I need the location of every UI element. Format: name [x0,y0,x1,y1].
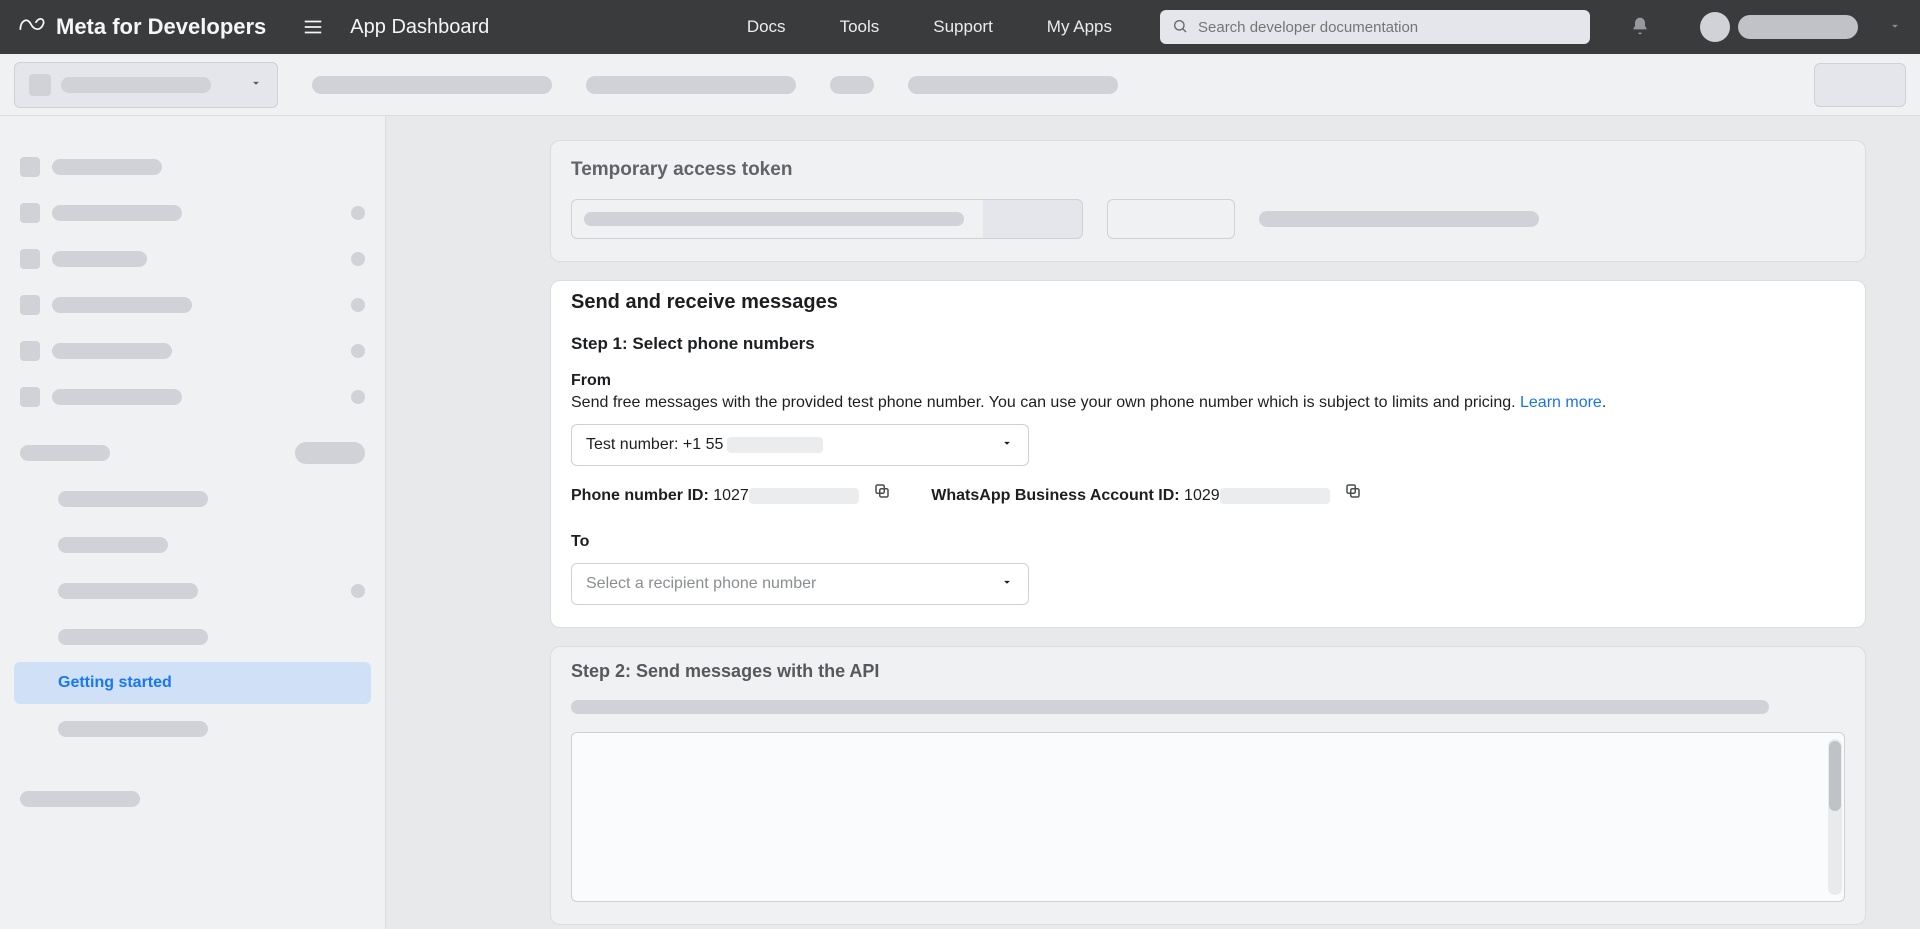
chevron-down-icon [249,76,263,93]
messages-panel-title: Send and receive messages [571,281,1845,320]
brand[interactable]: Meta for Developers [18,10,266,44]
copy-waba-id-button[interactable] [1344,482,1362,500]
search-input[interactable] [1198,19,1578,36]
step1-title: Step 1: Select phone numbers [571,320,1845,362]
nav-item-getting-started[interactable]: Getting started [14,662,371,704]
left-nav: Getting started [0,116,386,929]
nav-item[interactable] [10,374,375,420]
avatar [1700,12,1730,42]
app-dashboard-title[interactable]: App Dashboard [350,16,489,39]
nav-item[interactable] [10,236,375,282]
from-phone-select[interactable]: Test number: +1 55 [571,424,1029,466]
learn-more-link[interactable]: Learn more [1520,394,1602,411]
from-description: Send free messages with the provided tes… [571,392,1845,414]
to-phone-select[interactable]: Select a recipient phone number [571,563,1029,605]
nav-myapps[interactable]: My Apps [1029,11,1130,43]
step2-title: Step 2: Send messages with the API [571,647,1845,690]
skeleton-bar [908,76,1118,94]
panel-step2: Step 2: Send messages with the API [550,646,1866,925]
action-button-placeholder[interactable] [1814,63,1906,107]
user-menu[interactable] [1700,12,1858,42]
nav-subitem[interactable] [10,522,375,568]
nav-docs[interactable]: Docs [729,11,804,43]
nav-section-header [10,430,375,476]
nav-item[interactable] [10,328,375,374]
main: Getting started Temporary access token [0,116,1920,929]
nav-subitem[interactable] [10,476,375,522]
meta-logo-icon [18,10,46,44]
skeleton-bar [830,76,874,94]
search-wrap[interactable] [1160,10,1590,44]
app-selector[interactable] [14,62,278,108]
from-label: From [571,362,1845,392]
token-input[interactable] [571,199,1001,239]
nav-subitem[interactable] [10,706,375,752]
copy-phone-id-button[interactable] [873,482,891,500]
to-phone-placeholder: Select a recipient phone number [586,575,816,593]
chevron-down-icon [1000,575,1014,594]
menu-icon[interactable] [302,16,324,38]
chevron-down-icon[interactable] [1888,19,1902,36]
notifications-icon[interactable] [1630,16,1650,39]
search-icon [1172,18,1188,37]
skeleton-bar [586,76,796,94]
skeleton-bar [312,76,552,94]
phone-number-id: Phone number ID: 1027 [571,482,891,505]
brand-text: Meta for Developers [56,14,266,40]
nav-item[interactable] [10,776,375,822]
nav-support[interactable]: Support [915,11,1011,43]
content: Temporary access token Send and receive … [386,116,1920,929]
topbar: Meta for Developers App Dashboard Docs T… [0,0,1920,54]
nav-item-label: Getting started [58,674,172,692]
token-refresh-button[interactable] [1107,199,1235,239]
waba-id: WhatsApp Business Account ID: 1029 [931,482,1362,505]
from-phone-value: Test number: +1 55 [586,436,823,454]
chevron-down-icon [1000,436,1014,455]
nav-tools[interactable]: Tools [822,11,898,43]
nav-subitem[interactable] [10,568,375,614]
nav-item[interactable] [10,144,375,190]
nav-item[interactable] [10,190,375,236]
scrollbar-thumb[interactable] [1829,741,1841,811]
token-expiry-placeholder [1259,211,1539,227]
skeleton-bar [571,700,1769,714]
token-copy-button[interactable] [983,199,1083,239]
panel-send-receive-messages: Send and receive messages Step 1: Select… [550,280,1866,628]
secondbar [0,54,1920,116]
user-name-placeholder [1738,15,1858,39]
code-snippet-box[interactable] [571,732,1845,902]
nav-item[interactable] [10,282,375,328]
to-label: To [571,523,1845,553]
panel-temp-access-token: Temporary access token [550,140,1866,262]
token-panel-title: Temporary access token [551,141,1865,189]
nav-subitem[interactable] [10,614,375,660]
